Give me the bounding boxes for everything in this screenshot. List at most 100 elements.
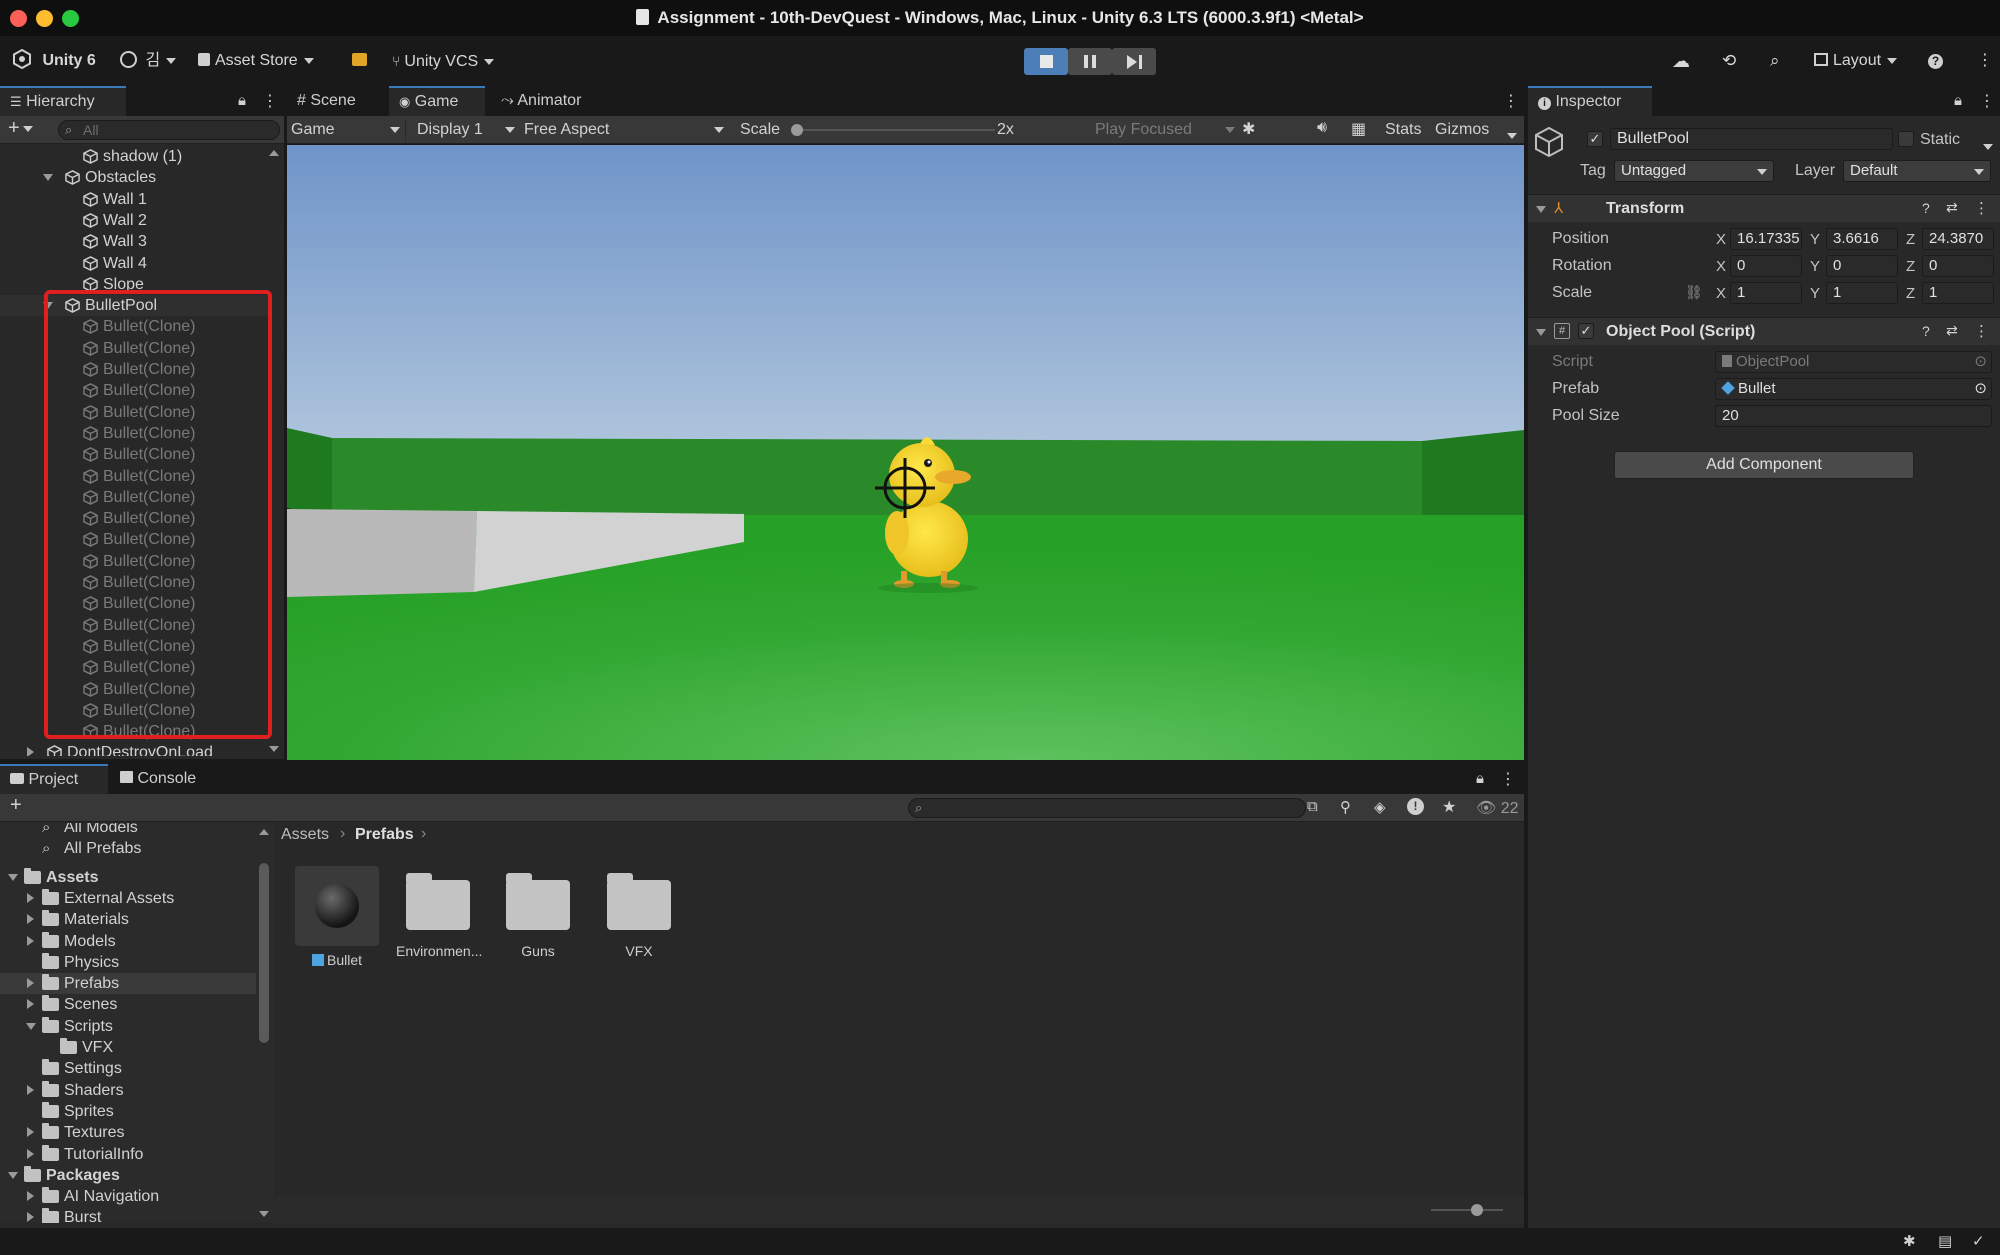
hierarchy-item[interactable]: Wall 3 bbox=[0, 231, 272, 252]
object-pool-foldout-icon[interactable] bbox=[1536, 329, 1546, 336]
auto-generate-lighting-icon[interactable]: ✓ bbox=[1972, 1232, 1985, 1250]
audio-icon[interactable]: 🔊︎ bbox=[1317, 119, 1327, 137]
more-menu-button[interactable]: ⋮ bbox=[1977, 49, 1993, 73]
transform-header[interactable]: ⅄ Transform ? ⇄ ⋮ bbox=[1528, 194, 2000, 222]
tab-game[interactable]: ◉ Game bbox=[389, 86, 485, 116]
aspect-dropdown[interactable]: Free Aspect bbox=[524, 120, 726, 140]
scroll-up-icon[interactable] bbox=[269, 150, 279, 156]
project-search-input[interactable]: ⌕ bbox=[908, 798, 1306, 818]
tree-item-folder[interactable]: Scenes bbox=[0, 994, 256, 1015]
create-button[interactable]: + bbox=[8, 117, 33, 140]
collapse-arrow-icon[interactable] bbox=[27, 935, 34, 946]
label-filter-icon[interactable]: ◈ bbox=[1374, 798, 1386, 816]
cloud-button[interactable]: ☁ bbox=[1672, 49, 1690, 73]
tree-item-folder[interactable]: Textures bbox=[0, 1122, 256, 1143]
gameobject-icon[interactable] bbox=[1534, 126, 1564, 160]
rotation-z-field[interactable]: 0 bbox=[1922, 255, 1994, 277]
collapse-arrow-icon[interactable] bbox=[27, 914, 34, 925]
transform-presets-icon[interactable]: ⇄ bbox=[1946, 199, 1958, 216]
stats-grid-icon[interactable]: ▦ bbox=[1351, 119, 1366, 139]
position-y-field[interactable]: 3.6616 bbox=[1826, 228, 1898, 250]
scale-y-axis[interactable]: Y bbox=[1810, 285, 1820, 302]
type-filter-icon[interactable]: ⚲ bbox=[1340, 798, 1351, 816]
tree-item-assets[interactable]: Assets bbox=[0, 867, 256, 888]
layout-dropdown[interactable]: Layout bbox=[1814, 49, 1898, 73]
object-pool-menu-icon[interactable]: ⋮ bbox=[1974, 322, 1989, 340]
scale-z-field[interactable]: 1 bbox=[1922, 282, 1994, 304]
prefab-picker-icon[interactable]: ⊙ bbox=[1974, 379, 1987, 399]
collapse-arrow-icon[interactable] bbox=[27, 999, 34, 1010]
search-button[interactable]: ⌕ bbox=[1770, 49, 1780, 73]
stop-button[interactable] bbox=[1024, 48, 1068, 75]
hierarchy-item[interactable]: shadow (1) bbox=[0, 146, 272, 167]
tree-item-folder[interactable]: Materials bbox=[0, 909, 256, 930]
tab-inspector[interactable]: i Inspector bbox=[1528, 86, 1652, 116]
asset-tile-guns[interactable]: Guns bbox=[496, 866, 580, 959]
tree-item-packages[interactable]: Packages bbox=[0, 1165, 256, 1186]
object-pool-presets-icon[interactable]: ⇄ bbox=[1946, 322, 1958, 339]
hierarchy-item[interactable]: Wall 2 bbox=[0, 210, 272, 231]
tree-item-folder[interactable]: Models bbox=[0, 931, 256, 952]
collapse-arrow-icon[interactable] bbox=[27, 1191, 34, 1202]
tree-item-package[interactable]: Burst bbox=[0, 1207, 256, 1223]
position-y-axis[interactable]: Y bbox=[1810, 231, 1820, 248]
hierarchy-item[interactable]: Wall 4 bbox=[0, 253, 272, 274]
scale-y-field[interactable]: 1 bbox=[1826, 282, 1898, 304]
tab-project[interactable]: Project bbox=[0, 764, 108, 794]
scale-slider[interactable] bbox=[791, 124, 995, 136]
tab-animator[interactable]: ⤳ Animator bbox=[491, 86, 611, 116]
prefab-field[interactable]: Bullet ⊙ bbox=[1715, 378, 1992, 400]
tab-console[interactable]: Console bbox=[110, 764, 220, 794]
position-x-field[interactable]: 16.17335 bbox=[1730, 228, 1802, 250]
hierarchy-menu-icon[interactable]: ⋮ bbox=[262, 91, 278, 111]
hierarchy-search-input[interactable]: ⌕ All bbox=[58, 120, 280, 140]
scale-slider-handle[interactable] bbox=[791, 124, 803, 136]
object-pool-header[interactable]: # ✓ Object Pool (Script) ? ⇄ ⋮ bbox=[1528, 317, 2000, 345]
rotation-z-axis[interactable]: Z bbox=[1906, 258, 1915, 275]
object-pool-enabled-checkbox[interactable]: ✓ bbox=[1578, 323, 1594, 339]
gizmos-button[interactable]: Gizmos bbox=[1435, 120, 1489, 140]
static-checkbox[interactable] bbox=[1898, 131, 1914, 147]
history-button[interactable]: ⟲ bbox=[1722, 49, 1736, 73]
expand-arrow-icon[interactable] bbox=[8, 1171, 18, 1179]
cache-server-icon[interactable]: ▤ bbox=[1938, 1232, 1952, 1250]
position-z-axis[interactable]: Z bbox=[1906, 231, 1915, 248]
tab-hierarchy[interactable]: ☰ Hierarchy bbox=[0, 86, 126, 116]
layer-dropdown[interactable]: Default bbox=[1843, 160, 1991, 182]
expand-arrow-icon[interactable] bbox=[8, 873, 18, 881]
expand-arrow-icon[interactable] bbox=[26, 1022, 36, 1030]
bug-icon[interactable]: ✱ bbox=[1242, 119, 1255, 139]
tree-item-folder[interactable]: TutorialInfo bbox=[0, 1144, 256, 1165]
tree-item-folder[interactable]: Physics bbox=[0, 952, 256, 973]
tree-item-folder[interactable]: Scripts bbox=[0, 1016, 256, 1037]
hidden-packages-toggle[interactable]: 👁︎ 22 bbox=[1476, 798, 1519, 818]
tag-dropdown[interactable]: Untagged bbox=[1614, 160, 1774, 182]
static-dropdown[interactable] bbox=[1983, 138, 1993, 156]
inspector-lock-icon[interactable]: 🔒︎ bbox=[1954, 92, 1962, 109]
hierarchy-item[interactable]: Wall 1 bbox=[0, 189, 272, 210]
tree-item-folder[interactable]: Sprites bbox=[0, 1101, 256, 1122]
project-menu-icon[interactable]: ⋮ bbox=[1500, 769, 1516, 789]
display-dropdown[interactable]: Display 1 bbox=[417, 120, 515, 140]
collapse-arrow-icon[interactable] bbox=[27, 1084, 34, 1095]
tree-item-folder[interactable]: Settings bbox=[0, 1058, 256, 1079]
expand-arrow-icon[interactable] bbox=[43, 174, 53, 182]
search-mode-icon[interactable]: ⧉ bbox=[1307, 798, 1318, 815]
collapse-arrow-icon[interactable] bbox=[27, 978, 34, 989]
tree-item-folder[interactable]: External Assets bbox=[0, 888, 256, 909]
game-mode-dropdown[interactable]: Game bbox=[291, 120, 404, 140]
rotation-y-field[interactable]: 0 bbox=[1826, 255, 1898, 277]
rotation-y-axis[interactable]: Y bbox=[1810, 258, 1820, 275]
asset-tile-bullet[interactable]: Bullet bbox=[295, 866, 379, 968]
game-viewport[interactable] bbox=[287, 145, 1524, 760]
asset-tile-environment[interactable]: Environmen... bbox=[396, 866, 482, 959]
breadcrumb-assets[interactable]: Assets bbox=[281, 826, 329, 844]
pool-size-field[interactable]: 20 bbox=[1715, 405, 1992, 427]
tree-scroll-thumb[interactable] bbox=[259, 863, 269, 1043]
collapse-arrow-icon[interactable] bbox=[27, 1148, 34, 1159]
position-z-field[interactable]: 24.3870 bbox=[1922, 228, 1994, 250]
scroll-down-icon[interactable] bbox=[269, 746, 279, 752]
gizmos-dropdown-caret[interactable] bbox=[1507, 127, 1517, 145]
add-component-button[interactable]: Add Component bbox=[1614, 451, 1914, 479]
transform-menu-icon[interactable]: ⋮ bbox=[1974, 199, 1989, 217]
